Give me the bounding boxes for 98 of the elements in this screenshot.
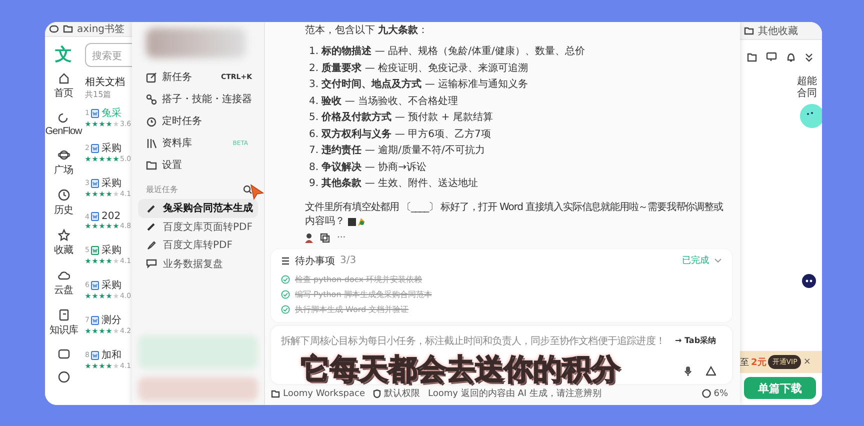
document-count: 共15篇 [85, 89, 112, 100]
nav-item[interactable]: 知识库 [49, 309, 78, 337]
document-title[interactable]: 采购 [101, 243, 122, 257]
video-caption: 它每天都会去送你的积分 [301, 352, 620, 386]
home-icon [58, 72, 70, 84]
pencil-icon [146, 202, 157, 214]
pencil-icon [146, 221, 157, 232]
document-title[interactable]: 测分 [101, 313, 122, 327]
todo-item: 编写 Python 脚本生成兔采购合同范本 [295, 288, 432, 300]
document-title[interactable]: 采购 [101, 141, 122, 155]
suggestion-text: 拆解下周核心目标为每日小任务，标注截止时间和负责人，同步至协作文档便于追踪进度！ [281, 334, 666, 348]
document-title[interactable]: 加和 [101, 348, 122, 362]
disclaimer-text: Loomy 返回的内容由 AI 生成，请注意辨别 [428, 388, 602, 400]
feature-label[interactable]: 超能合同 [793, 76, 821, 100]
word-file-icon [91, 280, 100, 290]
word-file-icon [91, 144, 100, 152]
bookmark-label[interactable]: 其他收藏 [758, 24, 798, 38]
nav-item[interactable]: GenFlow [45, 112, 82, 137]
planet-icon [58, 149, 70, 161]
close-button[interactable]: × [803, 357, 811, 367]
list-item: 6. 双方权利与义务 — 甲方6项、乙方7项 [309, 127, 492, 142]
folder-icon [744, 26, 754, 34]
avatar-icon [305, 232, 313, 242]
word-file-icon [91, 108, 100, 118]
list-item: 9. 其他条款 — 生效、附件、送达地址 [309, 176, 480, 191]
promo-text: 至 [740, 356, 749, 368]
accept-hint: → Tab采纳 [675, 335, 716, 346]
list-item: 7. 违约责任 — 逾期/质量不符/不可抗力 [309, 144, 486, 158]
recent-task[interactable]: 兔采购合同范本生成 [138, 199, 258, 218]
microphone-icon[interactable] [684, 366, 692, 376]
todo-count: 3/3 [340, 255, 356, 266]
folder-icon [146, 160, 157, 170]
list-item: 5. 价格及付款方式 — 预付款 + 尾款结算 [309, 110, 494, 125]
book-icon [58, 309, 70, 321]
device-icon[interactable] [58, 349, 70, 359]
library-icon [146, 138, 157, 148]
todo-title: 待办事项 [295, 254, 335, 268]
message-text: 范本，包含以下 九大条款： [305, 24, 430, 38]
recent-task[interactable]: 业务数据复盘 [138, 254, 258, 273]
more-button[interactable]: ··· [337, 232, 346, 242]
nav-item[interactable]: 广场 [54, 149, 73, 177]
brush-icon [146, 240, 157, 251]
excel-file-icon [91, 246, 100, 254]
list-item: 3. 交付时间、地点及方式 — 运输标准与通知义务 [309, 77, 530, 92]
todo-item: 检查 python-docx 环境并安装依赖 [295, 274, 422, 284]
copy-icon[interactable] [320, 232, 330, 242]
todo-item: 执行脚本生成 Word 文档并验证 [295, 304, 409, 314]
search-icon[interactable] [243, 185, 252, 194]
list-item: 1. 标的物描述 — 品种、规格（兔龄/体重/健康）、数量、总价 [309, 44, 586, 59]
nav-item[interactable]: 首页 [54, 72, 73, 100]
promo-price: 2元 [751, 356, 766, 368]
chevron-icon[interactable] [714, 258, 722, 264]
cursor-icon [250, 184, 264, 200]
permission-label[interactable]: 默认权限 [384, 387, 420, 400]
double-chevron-icon[interactable] [805, 52, 813, 62]
nav-item[interactable]: 历史 [54, 189, 73, 217]
message-text: 文件里所有填空处都用 〔____〕 标好了，打开 Word 直接填入实际信息就能用啦～需要我帮你调整或 [305, 200, 724, 214]
document-title[interactable]: 采购 [101, 176, 122, 190]
link-icon [146, 94, 157, 104]
recent-task[interactable]: 百度文库转PDF [138, 236, 258, 254]
folder-icon[interactable] [271, 390, 280, 398]
download-folder-icon[interactable] [747, 52, 757, 62]
word-file-icon [91, 316, 100, 324]
section-label: 最近任务 [146, 184, 178, 195]
cloud-icon [58, 269, 70, 281]
workspace-label[interactable]: Loomy Workspace [283, 388, 366, 398]
nav-item[interactable]: 云盘 [54, 269, 73, 297]
list-item: 8. 争议解决 — 协商→诉讼 [309, 160, 428, 174]
shield-icon[interactable] [373, 389, 382, 398]
status-label: 已完成 [682, 254, 709, 267]
chat-bubble-icon [146, 258, 157, 270]
robot-icon[interactable] [802, 274, 816, 288]
message-text: 内容吗？ [305, 214, 345, 228]
progress-text: 6% [714, 388, 728, 398]
word-file-icon [91, 178, 100, 188]
star-icon [58, 229, 70, 241]
folder-icon [63, 25, 73, 33]
nav-item[interactable]: 收藏 [54, 229, 73, 257]
document-title[interactable]: 202 [101, 211, 121, 222]
document-title[interactable]: 采购 [101, 278, 122, 292]
word-file-icon [91, 212, 100, 221]
bell-icon[interactable] [786, 52, 796, 62]
word-file-icon [91, 350, 100, 360]
warning-icon[interactable] [706, 366, 716, 376]
menu-item[interactable]: 定时任务 [138, 110, 258, 132]
progress-ring-icon [702, 389, 711, 398]
list-icon [281, 256, 290, 265]
edit-icon [146, 72, 157, 82]
section-title: 相关文档 [85, 76, 126, 89]
list-item: 2. 质量要求 — 检疫证明、免疫记录、来源可追溯 [309, 62, 530, 76]
monitor-icon[interactable] [766, 52, 777, 62]
menu-item[interactable]: 设置 [138, 154, 258, 176]
recent-task[interactable]: 百度文库页面转PDF [138, 218, 258, 236]
menu-item[interactable]: 搭子・技能・连接器 [138, 88, 258, 110]
list-item: 4. 验收 — 当场验收、不合格处理 [309, 94, 460, 108]
clock-icon [58, 189, 70, 201]
bookmark-label[interactable]: axing书签 [77, 22, 125, 36]
alarm-clock-icon [146, 116, 157, 126]
